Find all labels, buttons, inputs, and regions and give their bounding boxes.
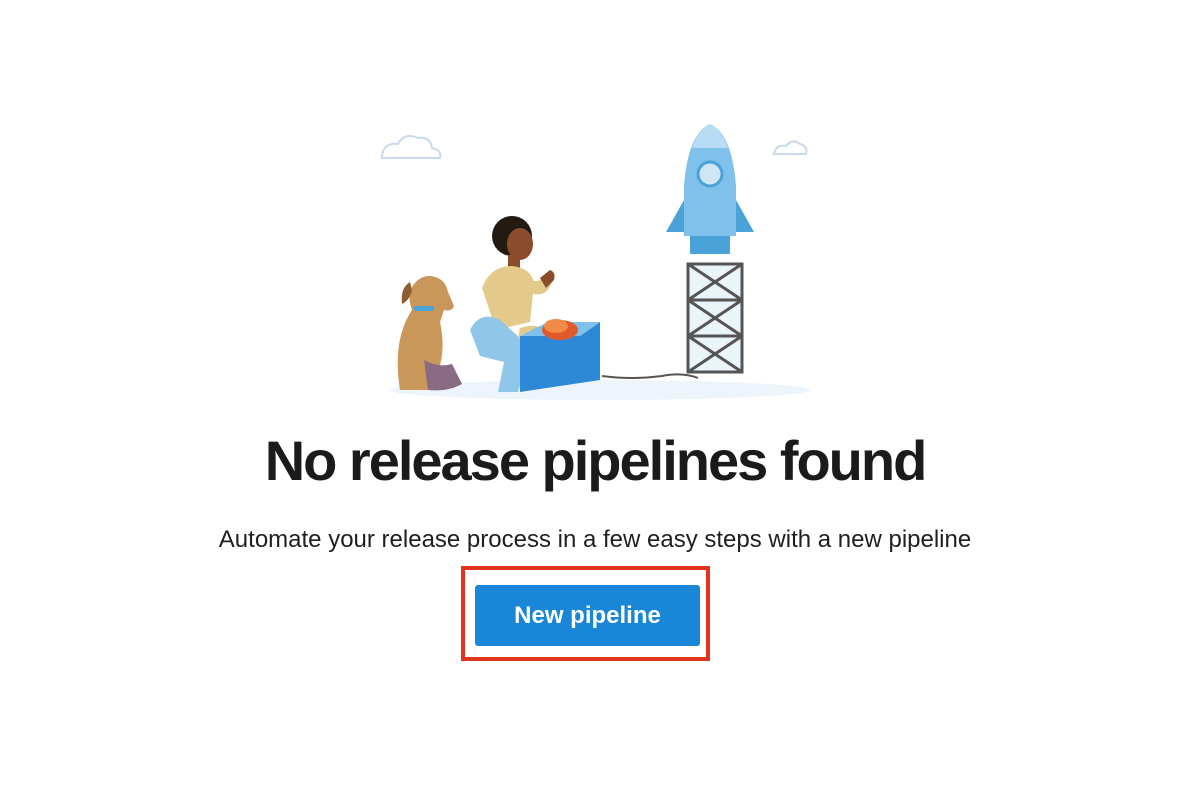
cloud-icon	[381, 135, 442, 159]
release-pipelines-page: No release pipelines found Automate your…	[0, 0, 1190, 810]
cloud-icon	[772, 140, 808, 155]
launch-tower-icon	[686, 262, 744, 374]
empty-state-illustration	[381, 124, 810, 400]
rocket-icon	[666, 124, 754, 254]
new-pipeline-button[interactable]: New pipeline	[475, 585, 700, 646]
empty-state-subtitle: Automate your release process in a few e…	[218, 526, 972, 553]
dog-icon	[397, 276, 462, 391]
empty-state-title: No release pipelines found	[264, 429, 928, 492]
